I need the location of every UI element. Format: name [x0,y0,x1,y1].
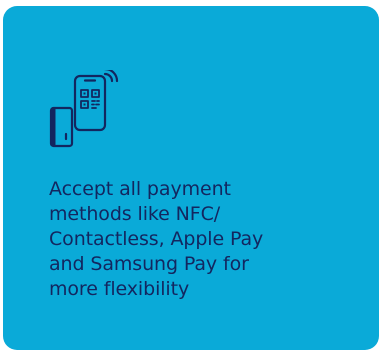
nfc-qr-payment-icon [47,70,123,152]
payment-feature-card: Accept all payment methods like NFC/ Con… [3,6,379,350]
feature-description: Accept all payment methods like NFC/ Con… [49,178,264,300]
